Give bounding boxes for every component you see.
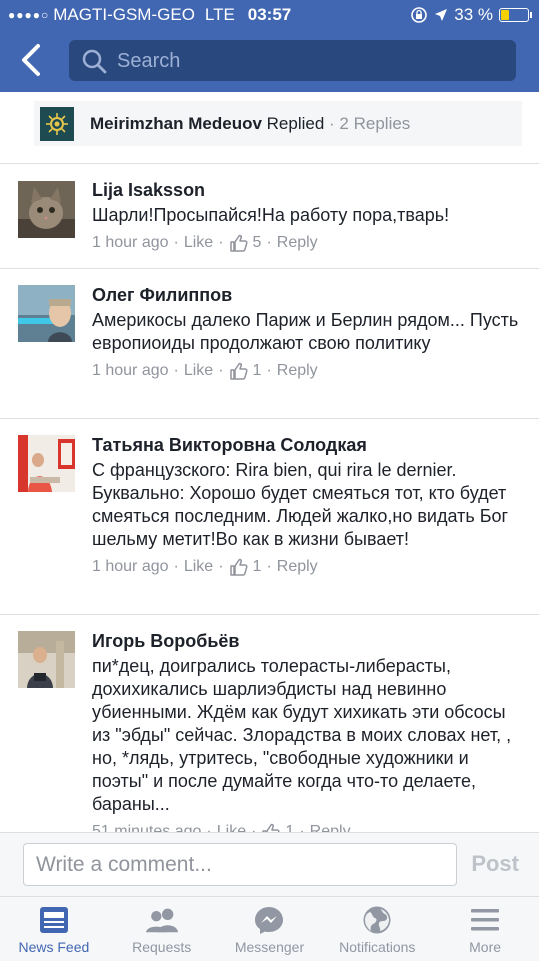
comment-author-name[interactable]: Олег Филиппов [92,284,525,306]
like-button[interactable]: Like [184,234,213,252]
tab-requests[interactable]: Requests [108,897,216,961]
tab-notifications[interactable]: Notifications [323,897,431,961]
divider [0,268,539,269]
carrier-name: MAGTI-GSM-GEO [53,5,195,24]
tab-messenger[interactable]: Messenger [216,897,324,961]
tab-label: Requests [132,939,192,955]
comment-input[interactable] [23,843,457,886]
post-button[interactable]: Post [471,851,519,877]
parent-reply-bar[interactable]: Meirimzhan Medeuov Replied · 2 Replies [34,101,522,146]
woman-photo-avatar [18,435,75,492]
battery-icon [499,8,532,22]
tab-label: Notifications [339,939,416,955]
comment-text: С французского: Rira bien, qui rira le d… [92,460,509,549]
like-count[interactable]: 1 [285,823,294,832]
like-button[interactable]: Like [184,558,213,576]
thumbs-up-icon[interactable] [229,362,249,380]
chevron-left-icon [22,44,40,76]
globe-icon [363,906,391,934]
like-count[interactable]: 5 [253,234,262,252]
search-icon [82,49,107,74]
reply-count[interactable]: · 2 Replies [329,114,410,133]
cat-photo-avatar [18,181,75,238]
reply-button[interactable]: Reply [277,234,318,252]
avatar[interactable] [18,181,75,238]
news-feed-icon [39,907,68,933]
avatar[interactable] [18,631,75,688]
man-photo-avatar [18,285,75,342]
reply-action: Replied [266,113,325,133]
tab-label: Messenger [234,939,305,955]
like-button[interactable]: Like [184,362,213,380]
divider [0,418,539,419]
like-count[interactable]: 1 [253,362,262,380]
tab-news-feed[interactable]: News Feed [0,897,108,961]
comment-meta: 1 hour ago · Like · 1 · Reply [92,362,318,380]
signal-strength-icon: ●●●●○ [8,8,50,22]
comment-timestamp[interactable]: 1 hour ago [92,234,169,252]
status-bar: ●●●●○ MAGTI-GSM-GEO LTE 03:57 33 % [0,0,539,30]
orientation-lock-icon [411,7,428,23]
divider [0,163,539,164]
avatar[interactable] [18,435,75,492]
man-photo-avatar [18,631,75,688]
top-header: ●●●●○ MAGTI-GSM-GEO LTE 03:57 33 % [0,0,539,92]
menu-icon [471,909,500,931]
reply-author-name[interactable]: Meirimzhan Medeuov [90,114,262,133]
tab-label: More [469,939,502,955]
comment-author-name[interactable]: Татьяна Викторовна Солодкая [92,434,525,456]
messenger-icon [255,907,284,934]
comment-timestamp[interactable]: 51 minutes ago [92,823,201,832]
reply-button[interactable]: Reply [277,362,318,380]
comment-text: Америкосы далеко Париж и Берлин рядом...… [92,310,519,353]
avatar[interactable] [18,285,75,342]
comment-meta: 1 hour ago · Like · 5 · Reply [92,234,318,252]
comment-text: пи*дец, доигрались толерасты-либерасты, … [92,656,512,814]
comment-meta: 1 hour ago · Like · 1 · Reply [92,558,318,576]
tab-more[interactable]: More [431,897,539,961]
reply-summary: Meirimzhan Medeuov Replied · 2 Replies [90,114,410,134]
avatar[interactable] [40,106,74,141]
reply-button[interactable]: Reply [277,558,318,576]
reply-button[interactable]: Reply [310,823,351,832]
tab-label: News Feed [18,939,90,955]
search-input[interactable] [115,44,499,79]
back-button[interactable] [14,42,48,78]
comment-item: Игорь Воробьёв пи*дец, доигрались толера… [0,615,539,832]
thumbs-up-icon[interactable] [229,234,249,252]
network-type: LTE [204,5,235,24]
friend-requests-icon [145,908,178,933]
comment-timestamp[interactable]: 1 hour ago [92,558,169,576]
location-arrow-icon [435,9,448,21]
comment-timestamp[interactable]: 1 hour ago [92,362,169,380]
thumbs-up-icon[interactable] [261,823,281,832]
bottom-tab-bar: News Feed Requests Messenger Notificatio… [0,896,539,961]
battery-percentage: 33 % [454,5,493,24]
like-count[interactable]: 1 [253,558,262,576]
thumbs-up-icon[interactable] [229,558,249,576]
emblem-icon [46,112,68,135]
comment-text: Шарли!Просыпайся!На работу пора,тварь! [92,205,450,225]
comment-composer: Post [0,832,539,896]
comment-author-name[interactable]: Игорь Воробьёв [92,630,525,652]
comment-meta: 51 minutes ago · Like · 1 · Reply [92,823,525,832]
like-button[interactable]: Like [217,823,246,832]
search-box[interactable] [69,40,516,81]
comment-author-name[interactable]: Lija Isaksson [92,179,525,201]
